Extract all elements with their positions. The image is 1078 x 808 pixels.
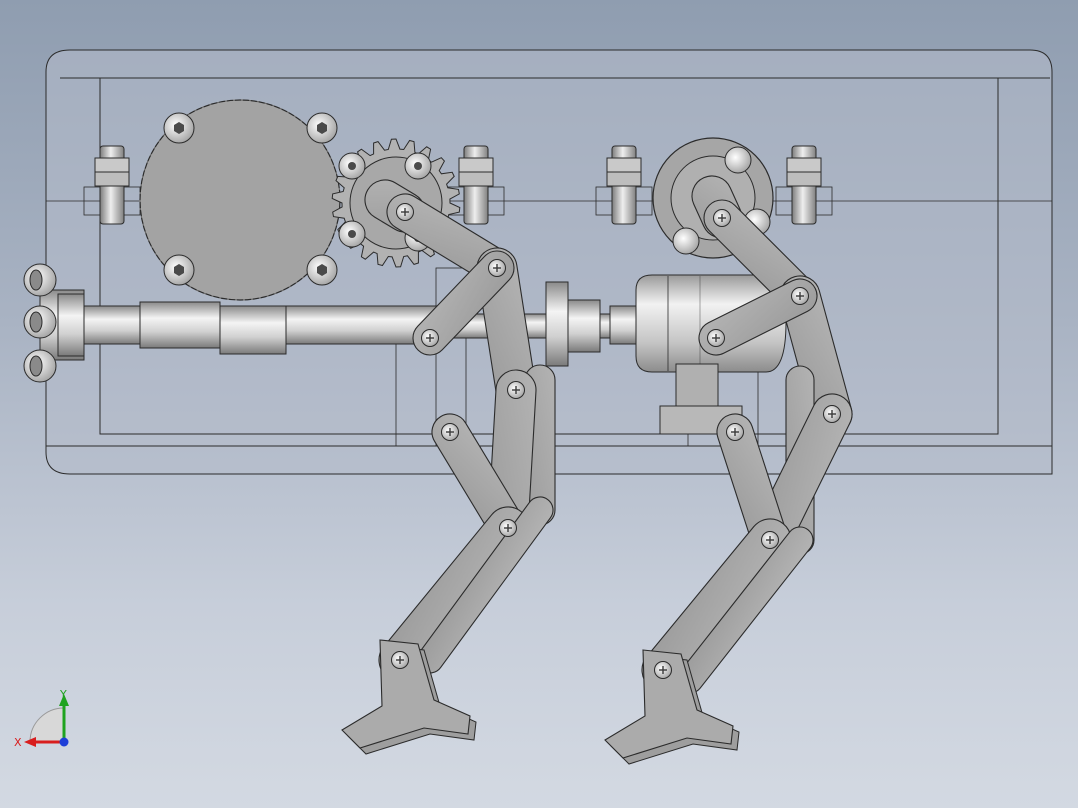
pin-screw-icon (396, 203, 414, 221)
x-axis-label: X (14, 736, 22, 749)
foot[interactable] (341, 639, 477, 755)
screw-icon (163, 254, 195, 286)
pin-screw-icon (791, 287, 809, 305)
screw-icon (348, 162, 356, 170)
pin-screw-icon (654, 661, 672, 679)
pin-screw-icon (421, 329, 439, 347)
pin-screw-icon (507, 381, 525, 399)
screw-icon (163, 112, 195, 144)
foot[interactable] (604, 649, 740, 765)
screw-icon (414, 162, 422, 170)
pin-screw-icon (488, 259, 506, 277)
orientation-triad: Y X (14, 688, 69, 749)
z-axis-dot-icon (59, 737, 69, 747)
y-axis-label: Y (59, 688, 67, 701)
pin-screw-icon (823, 405, 841, 423)
pin-screw-icon (726, 423, 744, 441)
pin-screw-icon (391, 651, 409, 669)
cad-viewport[interactable]: Y X (0, 0, 1078, 808)
pin-screw-icon (713, 209, 731, 227)
screw-icon (306, 254, 338, 286)
robot-leg-assembly-model[interactable]: Y X (0, 0, 1078, 808)
pin-screw-icon (761, 531, 779, 549)
screw-icon (672, 227, 700, 255)
pin-screw-icon (441, 423, 459, 441)
screw-icon (348, 230, 356, 238)
pin-screw-icon (707, 329, 725, 347)
pin-screw-icon (499, 519, 517, 537)
screw-icon (306, 112, 338, 144)
screw-icon (724, 146, 752, 174)
